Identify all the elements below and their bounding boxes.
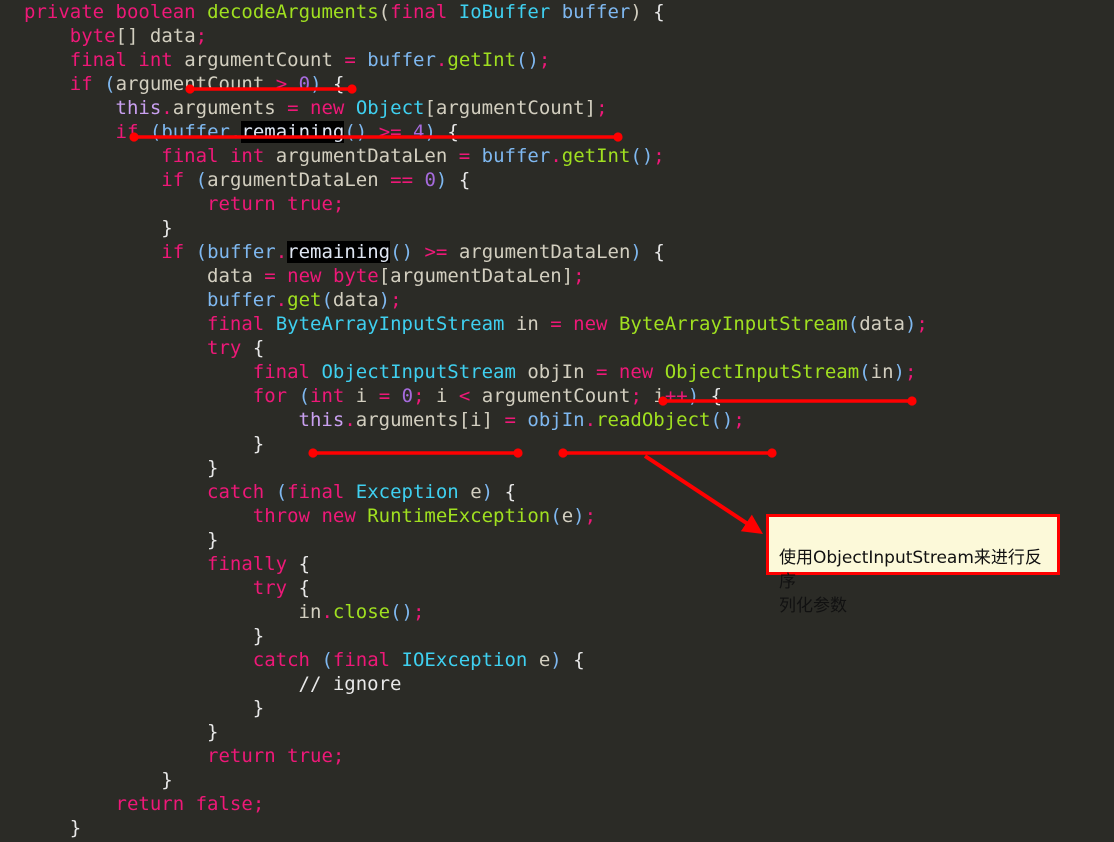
code-line: } xyxy=(207,721,219,743)
code-line: return false; xyxy=(115,793,265,815)
code-screenshot: private boolean decodeArguments(final Io… xyxy=(0,0,1114,842)
search-highlight: remaining xyxy=(241,121,345,143)
code-line: // ignore xyxy=(298,673,402,695)
code-line: if (buffer.remaining() >= 4) { xyxy=(115,121,459,143)
code-line: } xyxy=(252,625,265,647)
code-line: return true; xyxy=(207,745,345,767)
code-line: final int argumentCount = buffer.getInt(… xyxy=(69,49,551,71)
code-line: } xyxy=(207,457,219,479)
search-highlight: remaining xyxy=(287,241,391,263)
code-line: data = new byte[argumentDataLen]; xyxy=(207,265,585,287)
code-line: buffer.get(data); xyxy=(207,289,402,311)
code-line: catch (final IOException e) { xyxy=(252,649,585,671)
code-line: if (argumentDataLen == 0) { xyxy=(161,169,471,191)
code-line: } xyxy=(69,817,82,839)
annotation-callout-box: 使用ObjectInputStream来进行反序 列化参数 xyxy=(766,514,1060,616)
code-line: in.close(); xyxy=(298,601,425,623)
code-line: if (buffer.remaining() >= argumentDataLe… xyxy=(161,241,665,263)
code-line: } xyxy=(252,433,265,455)
code-line: for (int i = 0; i < argumentCount; i++) … xyxy=(252,385,723,407)
code-line: private boolean decodeArguments(final Io… xyxy=(24,1,665,23)
code-line: if (argumentCount > 0) { xyxy=(69,73,345,95)
code-line: try { xyxy=(207,337,265,359)
code-line: byte[] data; xyxy=(69,25,208,47)
code-line: } xyxy=(252,697,265,719)
code-line: this.arguments = new Object[argumentCoun… xyxy=(115,97,608,119)
code-line: this.arguments[i] = objIn.readObject(); xyxy=(298,409,745,431)
code-line: try { xyxy=(252,577,311,599)
code-line: final int argumentDataLen = buffer.getIn… xyxy=(161,145,665,167)
code-line: final ObjectInputStream objIn = new Obje… xyxy=(252,361,917,383)
code-line: final ByteArrayInputStream in = new Byte… xyxy=(207,313,928,335)
code-line: catch (final Exception e) { xyxy=(207,481,517,503)
code-line: return true; xyxy=(207,193,345,215)
code-line: } xyxy=(161,769,173,791)
code-line: } xyxy=(161,217,173,239)
code-editor-view[interactable]: private boolean decodeArguments(final Io… xyxy=(0,0,1114,842)
